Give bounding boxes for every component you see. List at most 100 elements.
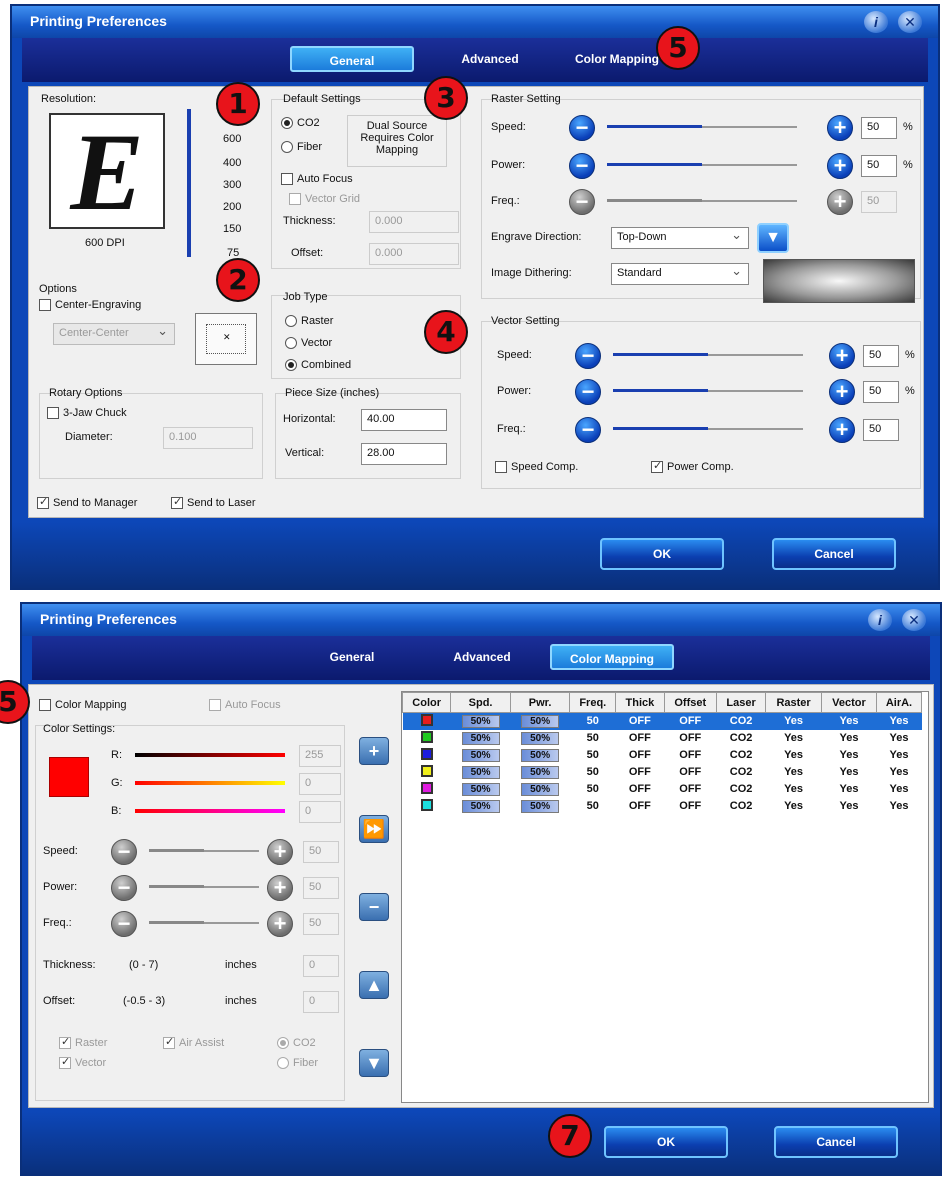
tab-general[interactable]: General [290,46,414,72]
center-position-select[interactable]: Center-Center [53,323,175,345]
power-field[interactable]: 50 [303,877,339,899]
engrave-direction-select[interactable]: Top-Down [611,227,749,249]
raster-power-minus-button[interactable]: − [569,153,595,179]
power-slider[interactable] [149,883,259,891]
vector-checkbox[interactable] [59,1055,71,1069]
resolution-slider[interactable] [187,109,191,257]
air-assist-checkbox[interactable] [163,1035,175,1049]
freq-field[interactable]: 50 [303,913,339,935]
ok-button[interactable]: OK [600,538,724,570]
header-laser[interactable]: Laser [715,692,767,713]
tab-advanced[interactable]: Advanced [440,46,540,72]
close-icon[interactable]: ✕ [898,11,922,33]
freq-slider[interactable] [149,919,259,927]
color-mapping-checkbox[interactable] [39,699,51,711]
vector-power-plus-button[interactable]: + [829,379,855,405]
raster-speed-field[interactable]: 50 [861,117,897,139]
thickness-field[interactable]: 0 [303,955,339,977]
raster-freq-field[interactable]: 50 [861,191,897,213]
r-field[interactable]: 255 [299,745,341,767]
vector-speed-plus-button[interactable]: + [829,343,855,369]
header-air-assist[interactable]: AirA. [875,692,923,713]
cancel-button[interactable]: Cancel [772,538,896,570]
combined-radio[interactable] [285,359,297,371]
vector-grid-checkbox[interactable] [289,193,301,205]
vector-freq-field[interactable]: 50 [863,419,899,441]
g-slider[interactable] [135,781,285,785]
b-slider[interactable] [135,809,285,813]
header-power[interactable]: Pwr. [509,692,571,713]
raster-checkbox[interactable] [59,1035,71,1049]
offset-field[interactable]: 0 [303,991,339,1013]
move-down-button[interactable]: ▼ [359,1049,389,1077]
close-icon[interactable]: ✕ [902,609,926,631]
vector-speed-field[interactable]: 50 [863,345,899,367]
vertical-field[interactable]: 28.00 [361,443,447,465]
table-row[interactable]: 50% 50% 50 OFF OFF CO2 Yes Yes Yes [403,781,922,798]
raster-power-plus-button[interactable]: + [827,153,853,179]
header-speed[interactable]: Spd. [450,692,511,713]
freq-plus-button[interactable]: + [267,911,293,937]
power-comp-checkbox[interactable] [651,459,663,473]
raster-power-field[interactable]: 50 [861,155,897,177]
vector-radio[interactable] [285,337,297,349]
horizontal-field[interactable]: 40.00 [361,409,447,431]
vector-freq-minus-button[interactable]: − [575,417,601,443]
auto-focus-checkbox[interactable] [281,173,293,185]
ok-button[interactable]: OK [604,1126,728,1158]
remove-mapping-button[interactable]: − [359,893,389,921]
three-jaw-chuck-checkbox[interactable] [47,407,59,419]
r-slider[interactable] [135,753,285,757]
engrave-direction-arrow-icon[interactable]: ▼ [757,223,789,253]
help-icon[interactable]: i [864,11,888,33]
raster-radio[interactable] [285,315,297,327]
raster-freq-plus-button[interactable]: + [827,189,853,215]
send-to-laser-checkbox[interactable] [171,495,183,509]
tab-general[interactable]: General [304,644,400,670]
header-raster[interactable]: Raster [765,692,822,713]
table-row[interactable]: 50% 50% 50 OFF OFF CO2 Yes Yes Yes [403,764,922,781]
freq-minus-button[interactable]: − [111,911,137,937]
header-offset[interactable]: Offset [663,692,718,713]
power-plus-button[interactable]: + [267,875,293,901]
raster-freq-slider[interactable] [607,197,797,205]
center-engraving-checkbox[interactable] [39,299,51,311]
speed-slider[interactable] [149,847,259,855]
vector-freq-plus-button[interactable]: + [829,417,855,443]
raster-speed-plus-button[interactable]: + [827,115,853,141]
fiber-radio[interactable] [277,1057,289,1069]
raster-speed-minus-button[interactable]: − [569,115,595,141]
co2-radio[interactable] [281,117,293,129]
vector-freq-slider[interactable] [613,425,803,433]
header-vector[interactable]: Vector [820,692,877,713]
vector-power-minus-button[interactable]: − [575,379,601,405]
vector-speed-slider[interactable] [613,351,803,359]
raster-speed-slider[interactable] [607,123,797,131]
vector-power-slider[interactable] [613,387,803,395]
tab-color-mapping[interactable]: Color Mapping [550,644,674,670]
raster-power-slider[interactable] [607,161,797,169]
vector-speed-minus-button[interactable]: − [575,343,601,369]
apply-mapping-button[interactable]: ⏩ [359,815,389,843]
help-icon[interactable]: i [868,609,892,631]
vector-power-field[interactable]: 50 [863,381,899,403]
diameter-field[interactable]: 0.100 [163,427,253,449]
speed-comp-checkbox[interactable] [495,461,507,473]
co2-radio[interactable] [277,1037,289,1049]
move-up-button[interactable]: ▲ [359,971,389,999]
speed-minus-button[interactable]: − [111,839,137,865]
g-field[interactable]: 0 [299,773,341,795]
thickness-field[interactable]: 0.000 [369,211,459,233]
header-color[interactable]: Color [401,692,452,713]
table-row[interactable]: 50% 50% 50 OFF OFF CO2 Yes Yes Yes [403,747,922,764]
speed-plus-button[interactable]: + [267,839,293,865]
tab-advanced[interactable]: Advanced [434,644,530,670]
cancel-button[interactable]: Cancel [774,1126,898,1158]
table-row[interactable]: 50% 50% 50 OFF OFF CO2 Yes Yes Yes [403,798,922,815]
header-freq[interactable]: Freq. [569,692,617,713]
power-minus-button[interactable]: − [111,875,137,901]
speed-field[interactable]: 50 [303,841,339,863]
offset-field[interactable]: 0.000 [369,243,459,265]
add-mapping-button[interactable]: + [359,737,389,765]
raster-freq-minus-button[interactable]: − [569,189,595,215]
